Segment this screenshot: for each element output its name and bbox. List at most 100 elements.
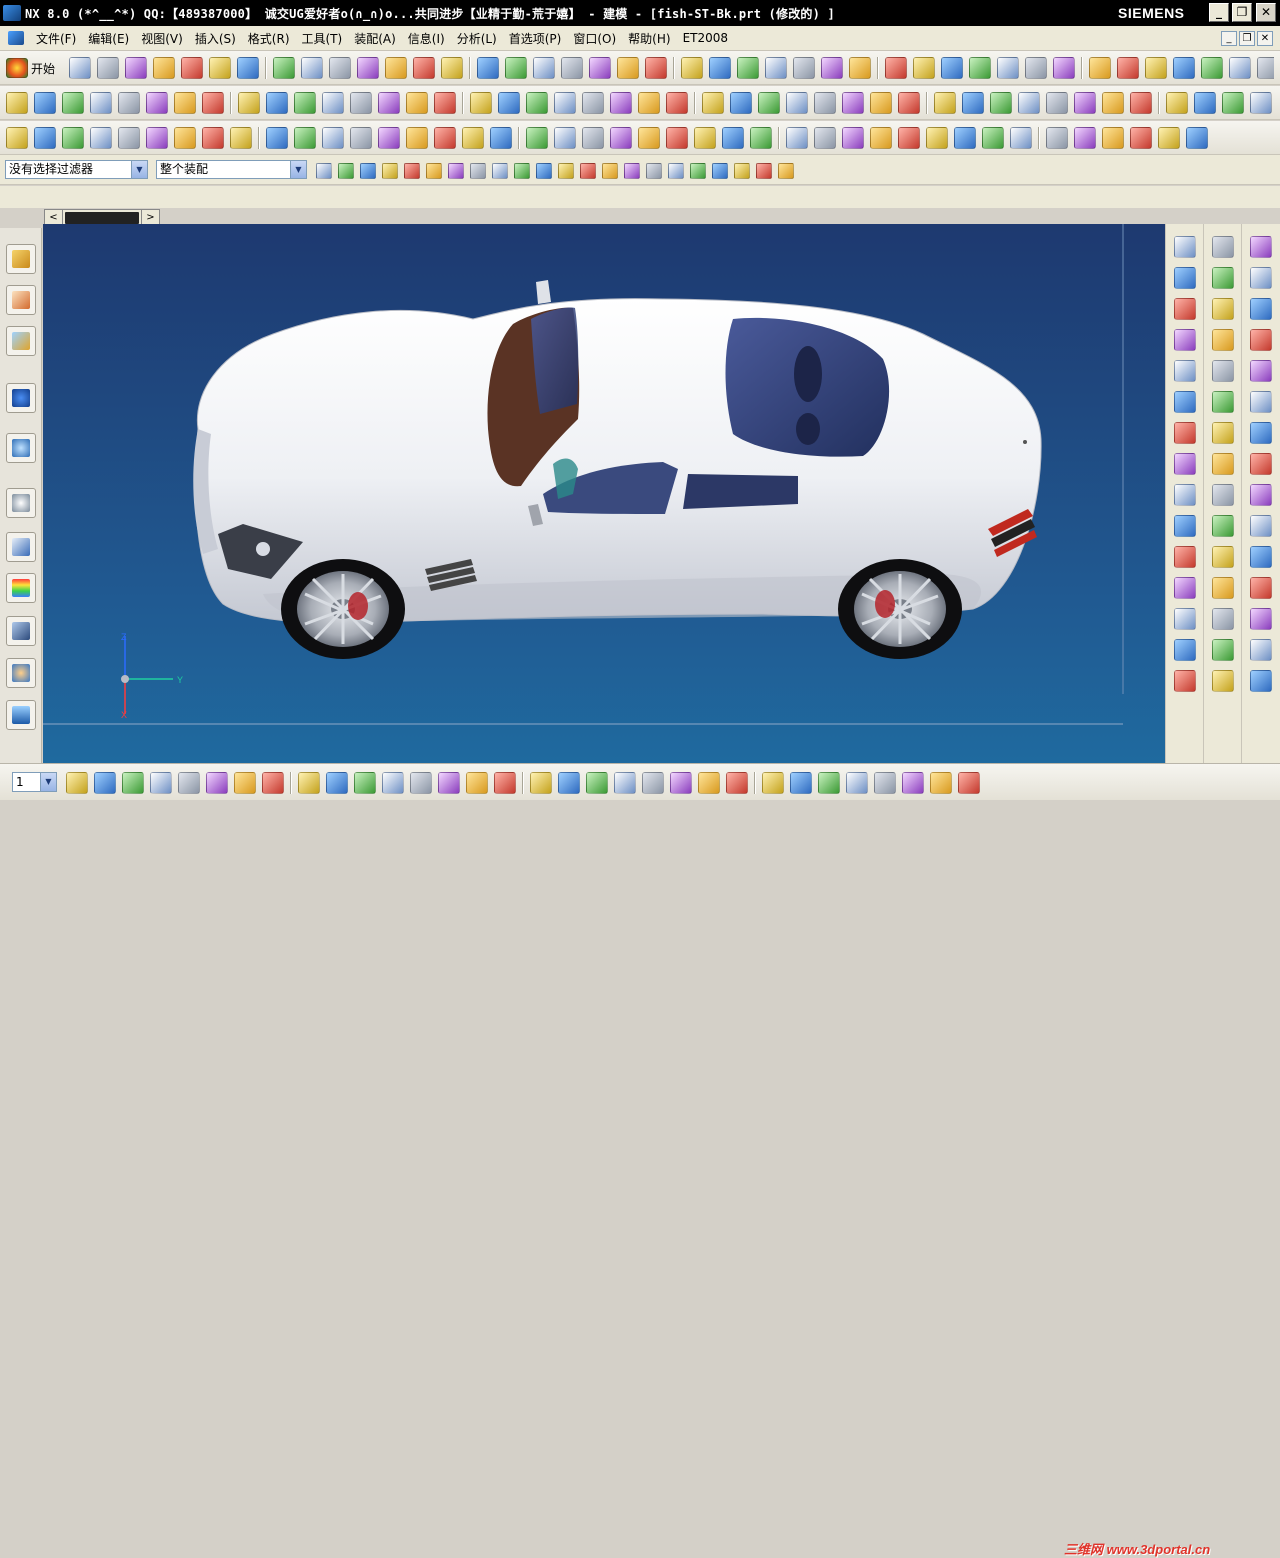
standard-tool-icon[interactable] [477,57,500,79]
surface-tool-icon[interactable] [462,127,484,149]
surface-tool-icon[interactable] [870,127,892,149]
standard-tool-icon[interactable] [849,57,872,79]
standard-tool-icon[interactable] [273,57,296,79]
selection-tool-icon[interactable] [492,163,508,179]
feature-tool-icon[interactable] [758,92,780,114]
surface-tool-icon[interactable] [1174,391,1196,413]
standard-tool-icon[interactable] [617,57,640,79]
menu-view[interactable]: 视图(V) [135,30,189,47]
feature-tool-icon[interactable] [1046,92,1068,114]
utility-tool-icon[interactable] [262,772,284,794]
feature-tool-icon[interactable] [934,92,956,114]
selection-tool-icon[interactable] [360,163,376,179]
part-navigator-button[interactable] [6,326,36,356]
utility-tool-icon[interactable] [122,772,144,794]
surface-tool-icon[interactable] [1174,515,1196,537]
surface-tool-icon[interactable] [582,127,604,149]
selection-filter-dropdown[interactable]: 没有选择过滤器 ▼ [5,160,148,179]
feature-tool-icon[interactable] [702,92,724,114]
chevron-down-icon[interactable]: ▼ [290,161,306,178]
standard-tool-icon[interactable] [561,57,584,79]
reuse-library-button[interactable] [6,532,36,562]
standard-tool-icon[interactable] [1053,57,1076,79]
standard-tool-icon[interactable] [357,57,380,79]
utility-tool-icon[interactable] [790,772,812,794]
utility-tool-icon[interactable] [178,772,200,794]
feature-tool-icon[interactable] [174,92,196,114]
utility-tool-icon[interactable] [874,772,896,794]
feature-tool-icon[interactable] [554,92,576,114]
feature-tool-icon[interactable] [638,92,660,114]
utility-tool-icon[interactable] [206,772,228,794]
standard-tool-icon[interactable] [913,57,936,79]
surface-tool-icon[interactable] [926,127,948,149]
standard-tool-icon[interactable] [645,57,668,79]
feature-tool-icon[interactable] [842,92,864,114]
utility-tool-icon[interactable] [326,772,348,794]
feature-tool-icon[interactable] [34,92,56,114]
edit-surface-tool-icon[interactable] [1212,608,1234,630]
menu-information[interactable]: 信息(I) [402,30,451,47]
feature-tool-icon[interactable] [470,92,492,114]
sync-modeling-tool-icon[interactable] [1250,670,1272,692]
surface-tool-icon[interactable] [1174,236,1196,258]
standard-tool-icon[interactable] [125,57,148,79]
sync-modeling-tool-icon[interactable] [1250,267,1272,289]
edit-surface-tool-icon[interactable] [1212,546,1234,568]
edit-surface-tool-icon[interactable] [1212,422,1234,444]
utility-tool-icon[interactable] [530,772,552,794]
feature-tool-icon[interactable] [1250,92,1272,114]
standard-tool-icon[interactable] [1117,57,1140,79]
utility-tool-icon[interactable] [298,772,320,794]
standard-tool-icon[interactable] [1025,57,1048,79]
standard-tool-icon[interactable] [589,57,612,79]
standard-tool-icon[interactable] [1201,57,1224,79]
edit-surface-tool-icon[interactable] [1212,391,1234,413]
selection-tool-icon[interactable] [646,163,662,179]
menu-help[interactable]: 帮助(H) [622,30,676,47]
surface-tool-icon[interactable] [1174,546,1196,568]
menu-analysis[interactable]: 分析(L) [451,30,503,47]
utility-tool-icon[interactable] [902,772,924,794]
utility-tool-icon[interactable] [698,772,720,794]
utility-tool-icon[interactable] [818,772,840,794]
surface-tool-icon[interactable] [1074,127,1096,149]
chevron-down-icon[interactable]: ▼ [131,161,147,178]
surface-tool-icon[interactable] [1010,127,1032,149]
feature-tool-icon[interactable] [202,92,224,114]
start-button[interactable]: 开始 [6,58,55,78]
assembly-navigator-button[interactable] [6,244,36,274]
selection-tool-icon[interactable] [624,163,640,179]
edit-surface-tool-icon[interactable] [1212,577,1234,599]
utility-tool-icon[interactable] [354,772,376,794]
selection-tool-icon[interactable] [382,163,398,179]
surface-tool-icon[interactable] [1174,267,1196,289]
constraint-navigator-button[interactable] [6,285,36,315]
surface-tool-icon[interactable] [1174,639,1196,661]
surface-tool-icon[interactable] [62,127,84,149]
surface-tool-icon[interactable] [814,127,836,149]
surface-tool-icon[interactable] [230,127,252,149]
feature-tool-icon[interactable] [666,92,688,114]
feature-tool-icon[interactable] [294,92,316,114]
standard-tool-icon[interactable] [737,57,760,79]
surface-tool-icon[interactable] [666,127,688,149]
edit-surface-tool-icon[interactable] [1212,267,1234,289]
feature-tool-icon[interactable] [90,92,112,114]
surface-tool-icon[interactable] [1174,329,1196,351]
surface-tool-icon[interactable] [322,127,344,149]
surface-tool-icon[interactable] [202,127,224,149]
surface-tool-icon[interactable] [786,127,808,149]
standard-tool-icon[interactable] [681,57,704,79]
surface-tool-icon[interactable] [406,127,428,149]
surface-tool-icon[interactable] [350,127,372,149]
standard-tool-icon[interactable] [97,57,120,79]
feature-tool-icon[interactable] [6,92,28,114]
edit-surface-tool-icon[interactable] [1212,453,1234,475]
surface-tool-icon[interactable] [526,127,548,149]
feature-tool-icon[interactable] [814,92,836,114]
sync-modeling-tool-icon[interactable] [1250,360,1272,382]
selection-tool-icon[interactable] [558,163,574,179]
utility-tool-icon[interactable] [642,772,664,794]
edit-surface-tool-icon[interactable] [1212,360,1234,382]
